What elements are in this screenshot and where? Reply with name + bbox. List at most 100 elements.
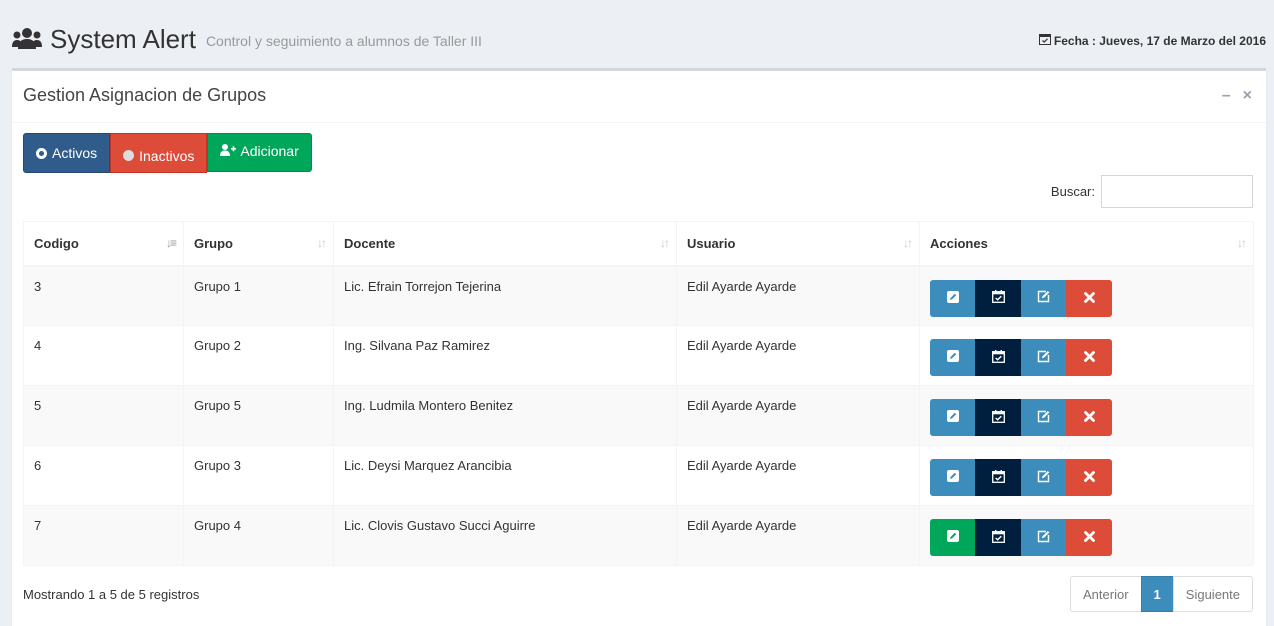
calendar-check-icon xyxy=(991,349,1005,366)
schedule-button[interactable] xyxy=(975,459,1021,496)
times-icon xyxy=(1083,470,1095,485)
search-label: Buscar: xyxy=(1050,184,1095,199)
col-codigo[interactable]: Codigo ↓≡ xyxy=(23,221,184,267)
page-1-button[interactable]: 1 xyxy=(1140,576,1174,612)
cell-grupo: Grupo 4 xyxy=(183,505,334,566)
col-grupo[interactable]: Grupo ↓↑ xyxy=(183,221,334,267)
cell-codigo: 7 xyxy=(23,505,184,566)
groups-table: Codigo ↓≡ Grupo ↓↑ Docente ↓↑ Usuario ↓↑ Acc… xyxy=(23,221,1254,566)
edit-icon xyxy=(946,410,959,425)
edit-button[interactable] xyxy=(930,339,975,376)
panel-header: Gestion Asignacion de Grupos – × xyxy=(12,71,1266,123)
action-buttons xyxy=(930,279,1243,317)
col-usuario[interactable]: Usuario ↓↑ xyxy=(676,221,920,267)
edit-button[interactable] xyxy=(930,279,975,317)
times-icon xyxy=(1083,410,1095,425)
modify-button[interactable] xyxy=(1021,279,1066,317)
edit-button[interactable] xyxy=(930,519,975,556)
app-subtitle: Control y seguimiento a alumnos de Talle… xyxy=(205,33,482,49)
edit-button[interactable] xyxy=(930,459,975,496)
add-button[interactable]: Adicionar xyxy=(207,133,312,172)
sort-icon: ↓↑ xyxy=(903,236,913,250)
panel-title: Gestion Asignacion de Grupos xyxy=(23,85,267,105)
search-area: Buscar: xyxy=(1051,175,1253,208)
minimize-icon[interactable]: – xyxy=(1222,87,1231,105)
cell-docente: Lic. Efrain Torrejon Tejerina xyxy=(333,265,677,326)
schedule-button[interactable] xyxy=(975,339,1021,376)
groups-panel: Gestion Asignacion de Grupos – × Activos… xyxy=(12,68,1266,626)
table-row: 6 Grupo 3 Lic. Deysi Marquez Arancibia E… xyxy=(23,445,1254,506)
date-display: Fecha : Jueves, 17 de Marzo del 2016 xyxy=(1038,33,1266,48)
cell-grupo: Grupo 3 xyxy=(183,445,334,506)
calendar-check-icon xyxy=(991,409,1005,426)
cell-codigo: 3 xyxy=(23,265,184,326)
edit-icon xyxy=(946,290,959,306)
calendar-icon xyxy=(1038,33,1054,48)
cell-docente: Lic. Deysi Marquez Arancibia xyxy=(333,445,677,506)
col-docente[interactable]: Docente ↓↑ xyxy=(333,221,677,267)
delete-button[interactable] xyxy=(1066,519,1112,556)
schedule-button[interactable] xyxy=(975,519,1021,556)
close-icon[interactable]: × xyxy=(1243,87,1252,105)
cell-usuario: Edil Ayarde Ayarde xyxy=(676,445,920,506)
delete-button[interactable] xyxy=(1066,279,1112,317)
cell-usuario: Edil Ayarde Ayarde xyxy=(676,325,920,386)
delete-button[interactable] xyxy=(1066,459,1112,496)
next-page-button[interactable]: Siguiente xyxy=(1172,576,1253,612)
filter-buttons: Activos Inactivos Adicionar xyxy=(23,133,312,173)
schedule-button[interactable] xyxy=(975,399,1021,436)
cell-docente: Ing. Ludmila Montero Benitez xyxy=(333,385,677,446)
cell-acciones xyxy=(919,325,1254,386)
pencil-square-icon xyxy=(1037,350,1050,366)
cell-codigo: 4 xyxy=(23,325,184,386)
edit-icon xyxy=(946,530,959,545)
cell-docente: Ing. Silvana Paz Ramirez xyxy=(333,325,677,386)
schedule-button[interactable] xyxy=(975,279,1021,317)
sort-icon: ↓↑ xyxy=(660,236,670,250)
users-icon xyxy=(12,27,42,51)
cell-acciones xyxy=(919,445,1254,506)
edit-icon xyxy=(946,350,959,365)
add-label: Adicionar xyxy=(240,142,299,159)
table-header-row: Codigo ↓≡ Grupo ↓↑ Docente ↓↑ Usuario ↓↑ Acc… xyxy=(23,221,1254,267)
modify-button[interactable] xyxy=(1021,399,1066,436)
cell-usuario: Edil Ayarde Ayarde xyxy=(676,385,920,446)
cell-acciones xyxy=(919,505,1254,566)
activos-button[interactable]: Activos xyxy=(23,133,111,173)
edit-button[interactable] xyxy=(930,399,975,436)
cell-grupo: Grupo 5 xyxy=(183,385,334,446)
times-icon xyxy=(1083,291,1095,306)
pencil-square-icon xyxy=(1037,470,1050,486)
pencil-square-icon xyxy=(1037,410,1050,426)
sort-asc-icon: ↓≡ xyxy=(165,236,177,250)
table-row: 3 Grupo 1 Lic. Efrain Torrejon Tejerina … xyxy=(23,265,1254,326)
action-buttons xyxy=(930,399,1243,436)
search-input[interactable] xyxy=(1101,175,1253,208)
radio-unchecked-icon xyxy=(123,150,135,161)
panel-tools: – × xyxy=(1222,87,1252,105)
action-buttons xyxy=(930,339,1243,376)
cell-grupo: Grupo 2 xyxy=(183,325,334,386)
calendar-check-icon xyxy=(991,529,1005,546)
top-header: System Alert Control y seguimiento a alu… xyxy=(0,0,1274,70)
prev-page-button[interactable]: Anterior xyxy=(1070,576,1142,612)
cell-codigo: 5 xyxy=(23,385,184,446)
brand: System Alert Control y seguimiento a alu… xyxy=(12,22,482,56)
action-buttons xyxy=(930,459,1243,496)
user-plus-icon xyxy=(220,143,240,159)
calendar-check-icon xyxy=(991,469,1005,486)
date-text: Fecha : Jueves, 17 de Marzo del 2016 xyxy=(1053,33,1266,48)
modify-button[interactable] xyxy=(1021,459,1066,496)
pagination: Anterior 1 Siguiente xyxy=(1070,576,1253,612)
modify-button[interactable] xyxy=(1021,339,1066,376)
pencil-square-icon xyxy=(1037,290,1050,306)
table-row: 4 Grupo 2 Ing. Silvana Paz Ramirez Edil … xyxy=(23,325,1254,386)
delete-button[interactable] xyxy=(1066,399,1112,436)
times-icon xyxy=(1083,530,1095,545)
modify-button[interactable] xyxy=(1021,519,1066,556)
table-row: 7 Grupo 4 Lic. Clovis Gustavo Succi Agui… xyxy=(23,505,1254,566)
delete-button[interactable] xyxy=(1066,339,1112,376)
inactivos-button[interactable]: Inactivos xyxy=(110,133,208,173)
sort-icon: ↓↑ xyxy=(1237,236,1247,250)
col-acciones[interactable]: Acciones ↓↑ xyxy=(919,221,1254,267)
